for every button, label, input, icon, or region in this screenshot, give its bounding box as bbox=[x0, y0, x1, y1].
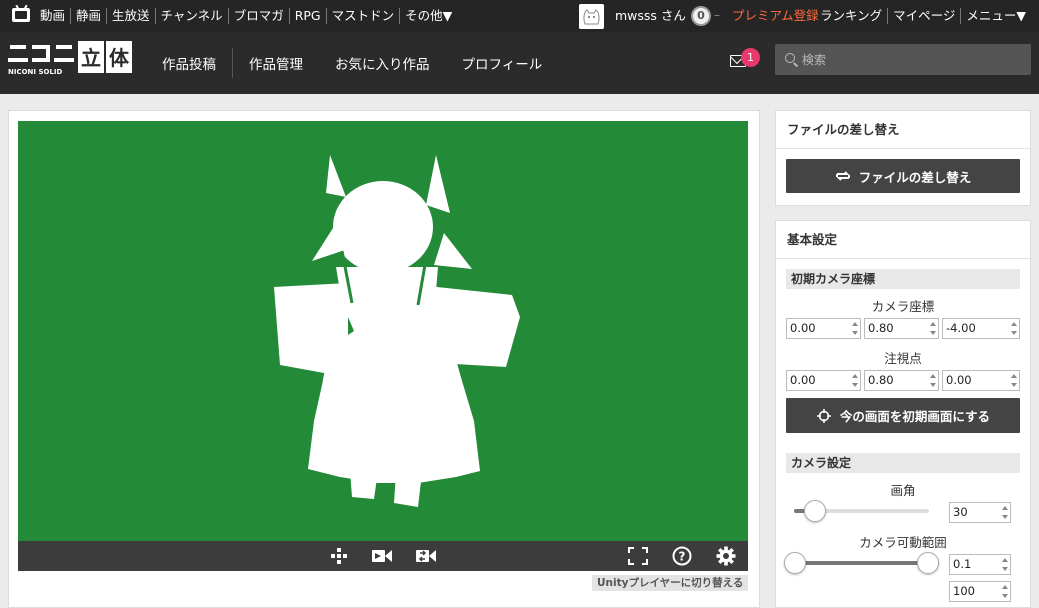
spinner-icon[interactable] bbox=[930, 374, 936, 387]
look-at-z-value: 0.00 bbox=[946, 373, 972, 387]
camera-reset-icon[interactable] bbox=[371, 546, 393, 566]
search-icon bbox=[785, 53, 795, 63]
set-initial-view-button[interactable]: 今の画面を初期画面にする bbox=[786, 398, 1020, 433]
point-separator: – bbox=[714, 8, 720, 22]
avatar-icon bbox=[579, 4, 604, 29]
set-initial-view-label: 今の画面を初期画面にする bbox=[839, 409, 991, 424]
camera-range-label: カメラ可動範囲 bbox=[859, 535, 947, 550]
range-max-input[interactable]: 100 bbox=[949, 581, 1011, 602]
camera-set-icon[interactable] bbox=[415, 546, 437, 566]
niconico-tv-icon[interactable] bbox=[12, 8, 30, 22]
mail-count-badge[interactable]: 1 bbox=[741, 48, 760, 67]
camera-pos-y-value: 0.80 bbox=[868, 321, 894, 335]
user-nav-links: ランキング マイページ メニュー▼ bbox=[820, 8, 1031, 24]
model-silhouette bbox=[274, 155, 520, 507]
mypage-link[interactable]: マイページ bbox=[887, 8, 960, 24]
range-min-input[interactable]: 0.1 bbox=[949, 554, 1011, 575]
range-min-handle[interactable] bbox=[784, 552, 806, 574]
spinner-icon[interactable] bbox=[1002, 506, 1008, 519]
camera-pos-x-input[interactable]: 0.00 bbox=[786, 318, 861, 339]
global-nav-seiga[interactable]: 静画 bbox=[70, 8, 106, 24]
unity-player-switch-button[interactable]: Unityプレイヤーに切り替える bbox=[592, 575, 749, 591]
nav-favorites[interactable]: お気に入り作品 bbox=[319, 53, 446, 73]
spinner-icon[interactable] bbox=[1002, 558, 1008, 571]
file-replace-title: ファイルの差し替え bbox=[776, 111, 1030, 149]
fov-label: 画角 bbox=[890, 483, 916, 498]
global-nav-channel[interactable]: チャンネル bbox=[154, 8, 228, 24]
fov-value: 30 bbox=[953, 505, 968, 519]
range-slider-track[interactable] bbox=[794, 561, 929, 565]
menu-link[interactable]: メニュー▼ bbox=[960, 8, 1031, 24]
global-nav-blomaga[interactable]: ブロマガ bbox=[227, 8, 289, 24]
gear-icon[interactable] bbox=[715, 546, 737, 566]
look-at-x-input[interactable]: 0.00 bbox=[786, 370, 861, 391]
premium-link[interactable]: プレミアム登録 bbox=[732, 8, 819, 24]
camera-pos-label: カメラ座標 bbox=[871, 299, 935, 314]
svg-text:?: ? bbox=[679, 550, 686, 564]
help-icon[interactable]: ? bbox=[671, 546, 693, 566]
spinner-icon[interactable] bbox=[1011, 322, 1017, 335]
svg-text:立: 立 bbox=[81, 46, 101, 70]
fullscreen-icon[interactable] bbox=[627, 546, 649, 566]
global-nav-video[interactable]: 動画 bbox=[36, 8, 70, 24]
camera-settings-heading: カメラ設定 bbox=[786, 453, 1020, 473]
global-nav-rpg[interactable]: RPG bbox=[288, 8, 326, 24]
global-nav-mastodon[interactable]: マストドン bbox=[325, 8, 400, 24]
spinner-icon[interactable] bbox=[852, 322, 858, 335]
swap-icon bbox=[835, 171, 850, 181]
global-nav-bar: 動画 静画 生放送 チャンネル ブロマガ RPG マストドン その他▼ mwss… bbox=[0, 0, 1039, 32]
spinner-icon[interactable] bbox=[852, 374, 858, 387]
look-at-label: 注視点 bbox=[884, 351, 922, 366]
ranking-link[interactable]: ランキング bbox=[820, 8, 887, 24]
niconi-solid-logo[interactable]: 立 体 NICONI SOLID bbox=[8, 41, 134, 81]
basic-settings-title: 基本設定 bbox=[776, 221, 1030, 259]
range-max-value: 100 bbox=[953, 584, 975, 598]
spinner-icon[interactable] bbox=[1011, 374, 1017, 387]
nav-post-work[interactable]: 作品投稿 bbox=[146, 53, 232, 73]
range-slider-fill bbox=[800, 561, 923, 565]
move-icon[interactable] bbox=[328, 546, 350, 566]
camera-pos-x-value: 0.00 bbox=[790, 321, 816, 335]
point-badge[interactable]: 0 bbox=[691, 6, 711, 26]
search-input[interactable] bbox=[775, 44, 1031, 75]
file-replace-button[interactable]: ファイルの差し替え bbox=[786, 159, 1020, 193]
look-at-x-value: 0.00 bbox=[790, 373, 816, 387]
main-nav: 作品投稿 作品管理 お気に入り作品 プロフィール bbox=[146, 32, 558, 94]
model-canvas[interactable] bbox=[18, 121, 748, 541]
camera-pos-z-input[interactable]: -4.00 bbox=[942, 318, 1020, 339]
range-max-handle[interactable] bbox=[917, 552, 939, 574]
username[interactable]: mwsss さん bbox=[615, 8, 686, 24]
svg-text:体: 体 bbox=[109, 46, 130, 70]
look-at-z-input[interactable]: 0.00 bbox=[942, 370, 1020, 391]
range-min-value: 0.1 bbox=[953, 557, 972, 571]
logo-text: NICONI SOLID bbox=[8, 68, 63, 76]
initial-camera-heading: 初期カメラ座標 bbox=[786, 269, 1020, 289]
camera-pos-z-value: -4.00 bbox=[946, 321, 976, 335]
global-nav-more[interactable]: その他▼ bbox=[399, 8, 457, 24]
global-nav-live[interactable]: 生放送 bbox=[106, 8, 155, 24]
spinner-icon[interactable] bbox=[930, 322, 936, 335]
global-nav-links: 動画 静画 生放送 チャンネル ブロマガ RPG マストドン その他▼ bbox=[36, 8, 457, 24]
crosshair-icon bbox=[816, 408, 831, 423]
nav-manage-works[interactable]: 作品管理 bbox=[233, 53, 319, 73]
user-avatar[interactable] bbox=[579, 4, 604, 29]
nav-profile[interactable]: プロフィール bbox=[446, 53, 559, 73]
camera-pos-y-input[interactable]: 0.80 bbox=[864, 318, 939, 339]
look-at-y-input[interactable]: 0.80 bbox=[864, 370, 939, 391]
spinner-icon[interactable] bbox=[1002, 585, 1008, 598]
fov-slider-handle[interactable] bbox=[804, 500, 826, 522]
fov-input[interactable]: 30 bbox=[949, 502, 1011, 523]
file-replace-button-label: ファイルの差し替え bbox=[858, 169, 972, 185]
look-at-y-value: 0.80 bbox=[868, 373, 894, 387]
